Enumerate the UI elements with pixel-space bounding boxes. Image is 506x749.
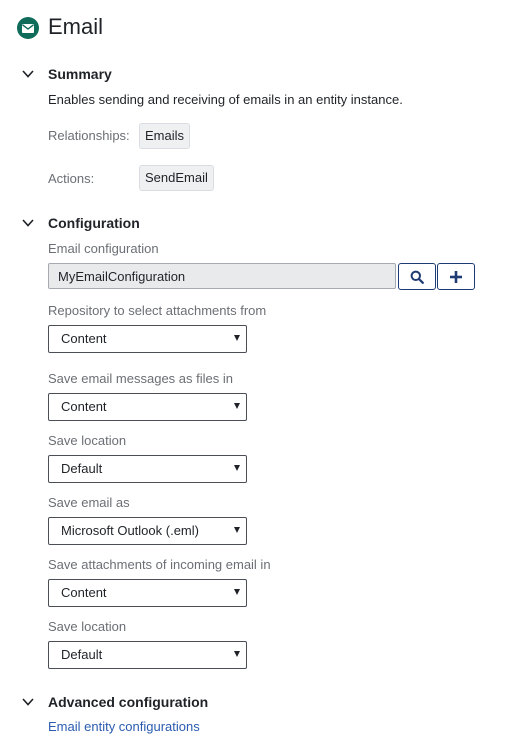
- save-messages-select[interactable]: Content: [48, 393, 247, 421]
- repository-attachments-select[interactable]: Content: [48, 325, 247, 353]
- search-button[interactable]: [398, 263, 436, 290]
- page-title: Email: [48, 14, 104, 39]
- relationships-label: Relationships:: [48, 128, 130, 143]
- dropdown-arrow-icon: [234, 589, 240, 595]
- configuration-collapse-chevron[interactable]: [21, 216, 35, 235]
- attachments-save-location-label: Save location: [48, 619, 127, 634]
- search-icon: [410, 270, 424, 284]
- save-email-as-label: Save email as: [48, 495, 130, 510]
- actions-label: Actions:: [48, 171, 95, 186]
- summary-heading: Summary: [48, 66, 112, 82]
- actions-chip[interactable]: SendEmail: [139, 165, 214, 191]
- chevron-down-icon: [22, 219, 34, 227]
- add-button[interactable]: [437, 263, 475, 290]
- save-location-label: Save location: [48, 433, 127, 448]
- save-email-as-select[interactable]: Microsoft Outlook (.eml): [48, 517, 247, 545]
- advanced-heading: Advanced configuration: [48, 694, 209, 710]
- save-attachments-select[interactable]: Content: [48, 579, 247, 607]
- select-value: Microsoft Outlook (.eml): [61, 523, 199, 538]
- save-attachments-label: Save attachments of incoming email in: [48, 557, 271, 572]
- chevron-down-icon: [22, 698, 34, 706]
- select-value: Content: [61, 331, 107, 346]
- summary-collapse-chevron[interactable]: [21, 67, 35, 86]
- select-value: Content: [61, 585, 107, 600]
- email-configuration-field[interactable]: MyEmailConfiguration: [48, 263, 396, 289]
- dropdown-arrow-icon: [234, 335, 240, 341]
- summary-description: Enables sending and receiving of emails …: [48, 92, 403, 107]
- dropdown-arrow-icon: [234, 527, 240, 533]
- select-value: Default: [61, 647, 103, 662]
- chevron-down-icon: [22, 70, 34, 78]
- email-entity-configurations-link[interactable]: Email entity configurations: [48, 719, 200, 734]
- configuration-heading: Configuration: [48, 215, 140, 231]
- attachments-save-location-select[interactable]: Default: [48, 641, 247, 669]
- repository-attachments-label: Repository to select attachments from: [48, 303, 267, 318]
- save-messages-label: Save email messages as files in: [48, 371, 233, 386]
- dropdown-arrow-icon: [234, 651, 240, 657]
- email-configuration-label: Email configuration: [48, 241, 159, 256]
- dropdown-arrow-icon: [234, 403, 240, 409]
- relationships-chip[interactable]: Emails: [139, 123, 191, 149]
- save-location-select[interactable]: Default: [48, 455, 247, 483]
- select-value: Content: [61, 399, 107, 414]
- email-icon: [17, 17, 39, 39]
- plus-icon: [450, 270, 462, 283]
- dropdown-arrow-icon: [234, 465, 240, 471]
- select-value: Default: [61, 461, 103, 476]
- advanced-collapse-chevron[interactable]: [21, 695, 35, 714]
